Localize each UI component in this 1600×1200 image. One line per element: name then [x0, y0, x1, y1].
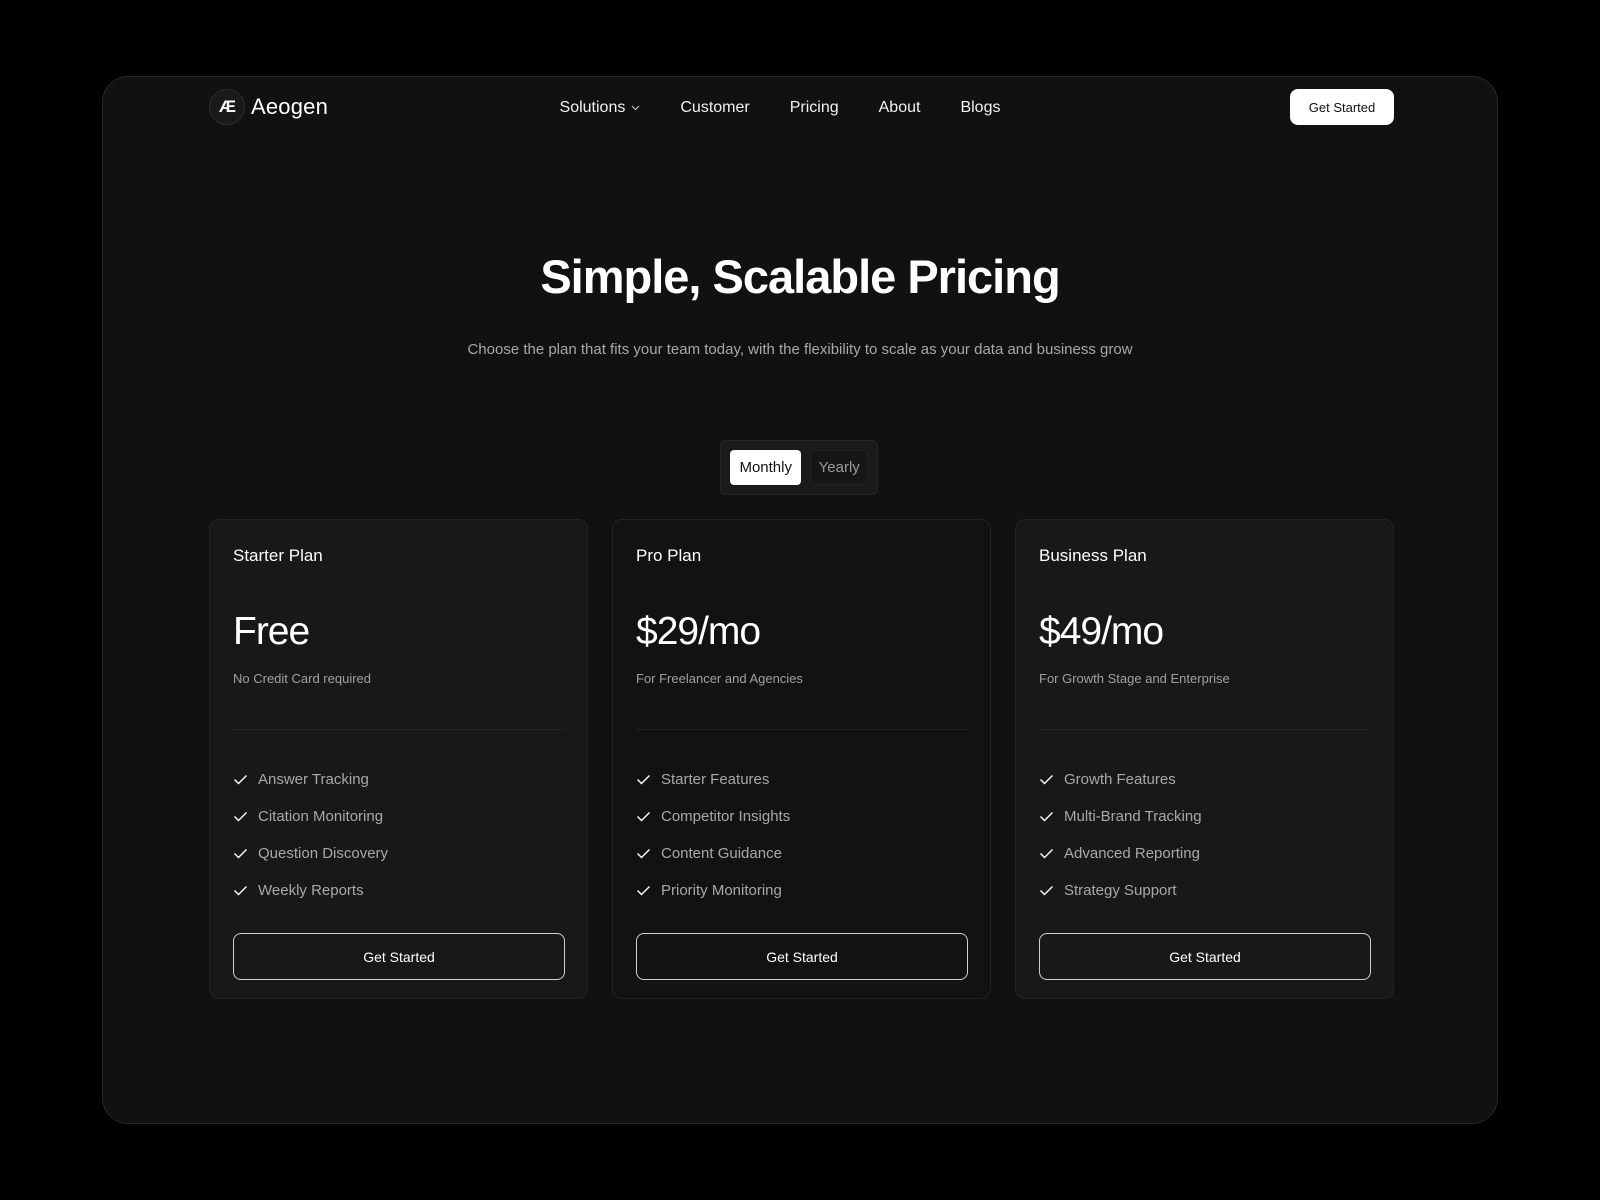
app-frame: Æ Aeogen Solutions Customer Pricing Abou… [102, 76, 1498, 1124]
plan-name: Pro Plan [636, 546, 702, 565]
header-get-started-button[interactable]: Get Started [1290, 89, 1394, 125]
feature-label: Starter Features [661, 771, 770, 788]
toggle-monthly[interactable]: Monthly [730, 450, 802, 485]
check-icon [637, 775, 650, 785]
feature-label: Competitor Insights [661, 808, 791, 825]
divider [636, 729, 967, 730]
plan-price: $49/mo [1039, 610, 1164, 653]
feature-item: Weekly Reports [233, 872, 388, 909]
feature-list: Growth Features Multi-Brand Tracking Adv… [1039, 761, 1202, 909]
nav-item-pricing[interactable]: Pricing [790, 99, 839, 117]
pro-get-started-button[interactable]: Get Started [636, 933, 968, 980]
main-nav: Solutions Customer Pricing About Blogs [103, 99, 1497, 117]
feature-label: Advanced Reporting [1064, 845, 1200, 862]
check-icon [637, 812, 650, 822]
nav-item-solutions[interactable]: Solutions [560, 99, 641, 117]
divider [1039, 729, 1370, 730]
pricing-cards: Starter Plan Free No Credit Card require… [209, 519, 1394, 999]
pricing-card-starter: Starter Plan Free No Credit Card require… [209, 519, 588, 999]
check-icon [1040, 849, 1053, 859]
feature-item: Question Discovery [233, 835, 388, 872]
feature-item: Starter Features [636, 761, 790, 798]
nav-item-about[interactable]: About [879, 99, 921, 117]
check-icon [1040, 812, 1053, 822]
feature-label: Weekly Reports [258, 882, 364, 899]
feature-label: Content Guidance [661, 845, 782, 862]
feature-list: Answer Tracking Citation Monitoring Ques… [233, 761, 388, 909]
business-get-started-button[interactable]: Get Started [1039, 933, 1371, 980]
feature-label: Answer Tracking [258, 771, 369, 788]
check-icon [234, 812, 247, 822]
check-icon [637, 886, 650, 896]
check-icon [234, 775, 247, 785]
feature-list: Starter Features Competitor Insights Con… [636, 761, 790, 909]
check-icon [637, 849, 650, 859]
nav-item-label: Solutions [559, 99, 626, 116]
feature-item: Priority Monitoring [636, 872, 790, 909]
page-title: Simple, Scalable Pricing [540, 250, 1060, 303]
plan-price: $29/mo [636, 610, 761, 653]
pricing-card-pro: Pro Plan $29/mo For Freelancer and Agenc… [612, 519, 991, 999]
feature-item: Citation Monitoring [233, 798, 388, 835]
chevron-down-icon [631, 103, 640, 114]
check-icon [234, 886, 247, 896]
plan-name: Starter Plan [233, 546, 323, 565]
site-header: Æ Aeogen Solutions Customer Pricing Abou… [103, 77, 1497, 187]
toggle-yearly[interactable]: Yearly [810, 450, 868, 485]
feature-label: Citation Monitoring [258, 808, 384, 825]
check-icon [234, 849, 247, 859]
plan-description: For Freelancer and Agencies [636, 671, 803, 686]
feature-item: Answer Tracking [233, 761, 388, 798]
feature-label: Strategy Support [1064, 882, 1177, 899]
feature-item: Strategy Support [1039, 872, 1202, 909]
plan-description: For Growth Stage and Enterprise [1039, 671, 1230, 686]
feature-item: Content Guidance [636, 835, 790, 872]
nav-item-customer[interactable]: Customer [680, 99, 749, 117]
feature-item: Advanced Reporting [1039, 835, 1202, 872]
feature-item: Growth Features [1039, 761, 1202, 798]
feature-label: Growth Features [1064, 771, 1176, 788]
check-icon [1040, 775, 1053, 785]
pricing-card-business: Business Plan $49/mo For Growth Stage an… [1015, 519, 1394, 999]
nav-item-blogs[interactable]: Blogs [960, 99, 1000, 117]
feature-label: Question Discovery [258, 845, 389, 862]
feature-item: Multi-Brand Tracking [1039, 798, 1202, 835]
plan-price: Free [233, 610, 310, 653]
feature-item: Competitor Insights [636, 798, 790, 835]
billing-toggle: Monthly Yearly [720, 440, 878, 495]
check-icon [1040, 886, 1053, 896]
plan-name: Business Plan [1039, 546, 1147, 565]
divider [233, 729, 564, 730]
starter-get-started-button[interactable]: Get Started [233, 933, 565, 980]
page-subtitle: Choose the plan that fits your team toda… [467, 341, 1133, 358]
feature-label: Priority Monitoring [661, 882, 782, 899]
feature-label: Multi-Brand Tracking [1064, 808, 1202, 825]
plan-description: No Credit Card required [233, 671, 372, 686]
